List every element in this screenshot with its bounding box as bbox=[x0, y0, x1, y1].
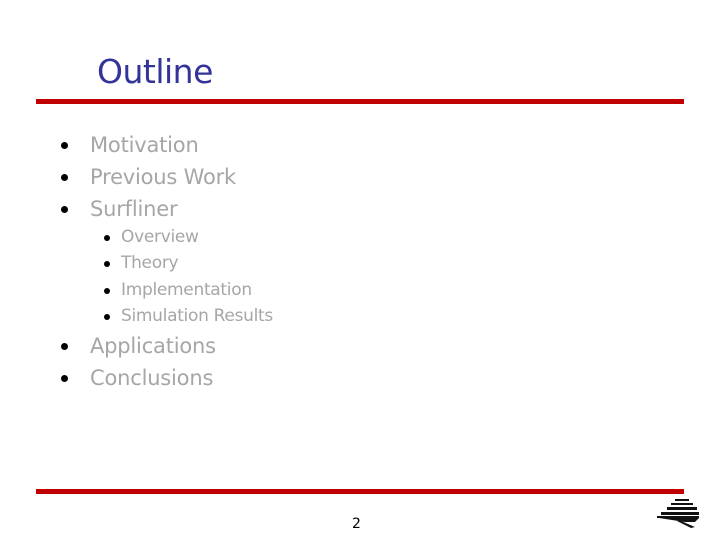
outline-item-label: Motivation bbox=[90, 133, 199, 157]
outline-item-label: Surfliner bbox=[90, 197, 178, 221]
outline-item-conclusions: Conclusions bbox=[61, 364, 214, 392]
bullet-icon bbox=[61, 206, 68, 213]
bullet-icon bbox=[104, 288, 110, 294]
bullet-icon bbox=[61, 343, 68, 350]
outline-subitem-implementation: Implementation bbox=[104, 279, 252, 301]
outline-item-label: Previous Work bbox=[90, 165, 236, 189]
bullet-icon bbox=[61, 174, 68, 181]
footer-divider bbox=[36, 489, 684, 494]
outline-subitem-overview: Overview bbox=[104, 226, 199, 248]
title-divider bbox=[36, 99, 684, 104]
stacked-bars-logo-icon bbox=[657, 499, 699, 528]
bullet-icon bbox=[104, 261, 110, 267]
bullet-icon bbox=[104, 235, 110, 241]
outline-item-label: Conclusions bbox=[90, 366, 214, 390]
outline-item-label: Simulation Results bbox=[121, 306, 273, 326]
slide-title: Outline bbox=[97, 52, 213, 91]
outline-item-label: Overview bbox=[121, 227, 199, 247]
outline-item-label: Theory bbox=[121, 253, 179, 273]
outline-item-label: Implementation bbox=[121, 280, 252, 300]
outline-item-motivation: Motivation bbox=[61, 131, 199, 159]
slide: Outline Motivation Previous Work Surflin… bbox=[0, 0, 720, 540]
outline-item-previous-work: Previous Work bbox=[61, 163, 236, 191]
page-number: 2 bbox=[352, 516, 361, 532]
bullet-icon bbox=[61, 375, 68, 382]
bullet-icon bbox=[61, 142, 68, 149]
outline-item-label: Applications bbox=[90, 334, 216, 358]
outline-item-applications: Applications bbox=[61, 332, 216, 360]
bullet-icon bbox=[104, 314, 110, 320]
outline-item-surfliner: Surfliner bbox=[61, 195, 178, 223]
outline-subitem-theory: Theory bbox=[104, 252, 179, 274]
outline-subitem-simulation-results: Simulation Results bbox=[104, 305, 273, 327]
